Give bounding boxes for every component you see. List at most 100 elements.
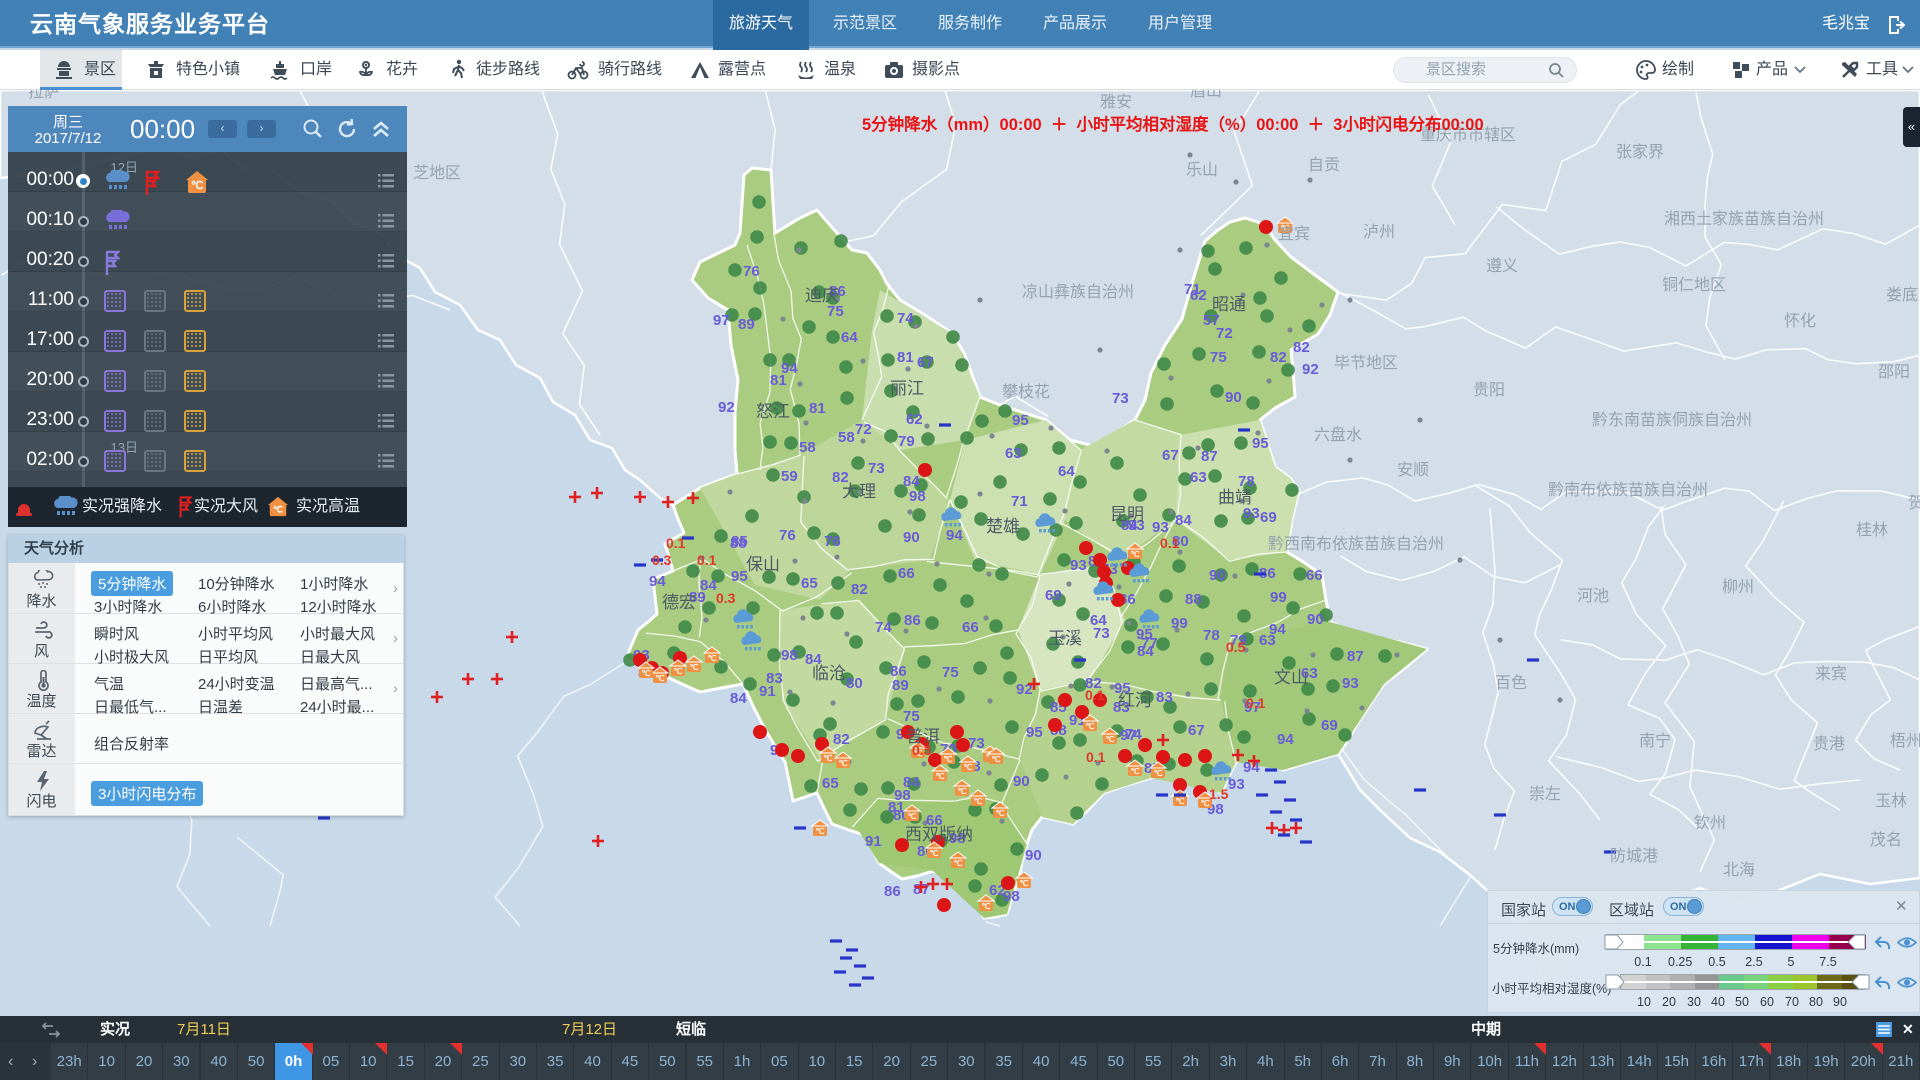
svg-text:62: 62: [906, 411, 923, 428]
svg-text:77: 77: [1141, 635, 1158, 652]
svg-text:95: 95: [1252, 435, 1269, 452]
svg-text:0.3: 0.3: [652, 552, 672, 568]
svg-text:67: 67: [1162, 447, 1179, 464]
svg-text:64: 64: [841, 329, 858, 346]
svg-text:0.3: 0.3: [716, 590, 736, 606]
svg-text:58: 58: [838, 429, 855, 446]
svg-text:88: 88: [730, 535, 747, 552]
svg-text:贺: 贺: [1908, 494, 1920, 512]
svg-text:南宁: 南宁: [1639, 732, 1671, 750]
svg-text:0.1: 0.1: [1086, 749, 1106, 765]
svg-text:65: 65: [801, 575, 818, 592]
svg-text:69: 69: [1045, 587, 1062, 604]
svg-text:宜宾: 宜宾: [1278, 225, 1310, 243]
svg-text:毕节地区: 毕节地区: [1334, 354, 1398, 372]
svg-text:娄底: 娄底: [1886, 286, 1918, 304]
svg-text:58: 58: [799, 439, 816, 456]
svg-text:文山: 文山: [1274, 668, 1308, 687]
svg-text:邵阳: 邵阳: [1878, 363, 1910, 381]
svg-text:94: 94: [946, 527, 963, 544]
svg-text:防城港: 防城港: [1610, 847, 1658, 865]
svg-text:0.1: 0.1: [1160, 535, 1180, 551]
svg-text:93: 93: [1070, 557, 1087, 574]
svg-text:茂名: 茂名: [1870, 831, 1902, 849]
svg-text:82: 82: [851, 581, 868, 598]
svg-text:遵义: 遵义: [1486, 256, 1518, 275]
svg-text:芝地区: 芝地区: [413, 164, 461, 182]
svg-text:曲靖: 曲靖: [1218, 488, 1252, 507]
svg-text:0.1: 0.1: [1085, 687, 1105, 703]
svg-text:95: 95: [1026, 724, 1043, 741]
svg-text:82: 82: [833, 731, 850, 748]
svg-text:97: 97: [1120, 727, 1137, 744]
svg-text:雅安: 雅安: [1100, 93, 1132, 111]
svg-text:90: 90: [903, 529, 920, 546]
svg-text:74: 74: [875, 619, 892, 636]
svg-text:乐山: 乐山: [1186, 161, 1218, 179]
svg-text:柳州: 柳州: [1722, 578, 1754, 596]
svg-text:钦州: 钦州: [1694, 814, 1726, 832]
svg-text:攀枝花: 攀枝花: [1002, 383, 1050, 401]
svg-text:98: 98: [909, 488, 926, 505]
svg-text:66: 66: [962, 619, 979, 636]
svg-text:59: 59: [781, 468, 798, 485]
svg-text:90: 90: [1225, 389, 1242, 406]
svg-text:张家界: 张家界: [1616, 143, 1664, 161]
svg-text:丽江: 丽江: [890, 379, 924, 398]
svg-text:德宏: 德宏: [662, 593, 696, 612]
svg-text:保山: 保山: [746, 555, 780, 574]
svg-text:86: 86: [884, 883, 901, 900]
svg-text:67: 67: [917, 354, 934, 371]
svg-text:凉山彝族自治州: 凉山彝族自治州: [1022, 282, 1134, 301]
svg-text:82: 82: [1270, 349, 1287, 366]
svg-text:99: 99: [1171, 615, 1188, 632]
svg-text:64: 64: [1058, 463, 1075, 480]
svg-text:0.1: 0.1: [1246, 695, 1266, 711]
svg-text:81: 81: [897, 349, 914, 366]
svg-text:88: 88: [1185, 591, 1202, 608]
svg-text:84: 84: [1175, 512, 1192, 529]
svg-text:76: 76: [743, 263, 760, 280]
svg-text:63: 63: [1005, 445, 1022, 462]
svg-text:99: 99: [1270, 589, 1287, 606]
svg-text:眉山: 眉山: [1190, 90, 1222, 100]
svg-text:83: 83: [766, 670, 783, 687]
svg-text:94: 94: [1269, 621, 1286, 638]
svg-text:泸州: 泸州: [1363, 223, 1395, 241]
svg-text:91: 91: [865, 833, 882, 850]
svg-text:铜仁地区: 铜仁地区: [1662, 276, 1726, 294]
svg-text:90: 90: [1025, 847, 1042, 864]
svg-text:迪庆: 迪庆: [805, 286, 839, 305]
svg-text:98: 98: [1003, 888, 1020, 905]
svg-text:72: 72: [1216, 325, 1233, 342]
svg-text:昆明: 昆明: [1110, 505, 1144, 524]
svg-text:大理: 大理: [842, 482, 876, 501]
svg-text:黔东南苗族侗族自治州: 黔东南苗族侗族自治州: [1592, 411, 1752, 429]
svg-text:红河: 红河: [1118, 691, 1152, 710]
svg-text:74: 74: [897, 310, 914, 327]
svg-text:怒江: 怒江: [756, 402, 790, 421]
svg-text:81: 81: [809, 400, 826, 417]
svg-text:93: 93: [1243, 505, 1260, 522]
svg-text:90: 90: [1209, 567, 1226, 584]
svg-text:梧州: 梧州: [1890, 732, 1920, 750]
svg-text:自贡: 自贡: [1308, 156, 1340, 174]
svg-text:84: 84: [903, 473, 920, 490]
svg-text:98: 98: [781, 647, 798, 664]
svg-text:79: 79: [898, 433, 915, 450]
svg-text:贵港: 贵港: [1813, 735, 1845, 753]
svg-text:92: 92: [1302, 361, 1319, 378]
svg-text:5分钟降水（mm）00:00 ＋ 小时平均相对湿度（%）: 5分钟降水（mm）00:00 ＋ 小时平均相对湿度（%）00:00 ＋ 3小时闪…: [862, 114, 1484, 134]
svg-text:86: 86: [904, 612, 921, 629]
svg-text:93: 93: [1152, 519, 1169, 536]
svg-text:81: 81: [770, 372, 787, 389]
svg-text:75: 75: [827, 303, 844, 320]
svg-text:83: 83: [1156, 689, 1173, 706]
svg-text:℃: ℃: [273, 505, 283, 515]
svg-text:玉林: 玉林: [1875, 792, 1907, 810]
svg-text:63: 63: [1190, 469, 1207, 486]
svg-text:78: 78: [1203, 627, 1220, 644]
svg-text:百色: 百色: [1495, 674, 1527, 692]
svg-text:72: 72: [855, 421, 872, 438]
svg-text:82: 82: [1293, 339, 1310, 356]
